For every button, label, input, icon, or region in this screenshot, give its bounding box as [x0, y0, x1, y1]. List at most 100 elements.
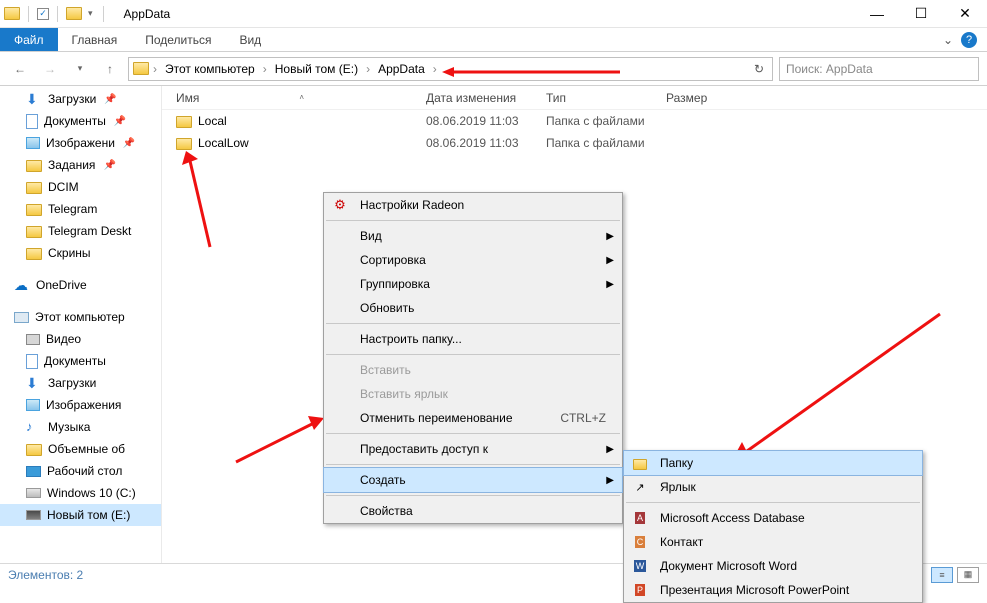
- menu-item[interactable]: Вид ▶: [324, 224, 622, 248]
- tree-label: Загрузки: [48, 376, 96, 390]
- menu-item-icon: [332, 386, 348, 402]
- context-menu[interactable]: ⚙ Настройки Radeon Вид ▶ Сортировка ▶ Гр…: [323, 192, 623, 524]
- breadcrumb-separator[interactable]: ›: [151, 62, 159, 76]
- tree-item-thispc[interactable]: Этот компьютер: [0, 306, 161, 328]
- menu-shortcut: CTRL+Z: [560, 411, 606, 425]
- tree-item[interactable]: Telegram Deskt: [0, 220, 161, 242]
- image-icon: [26, 399, 40, 411]
- breadcrumb-separator[interactable]: ›: [431, 62, 439, 76]
- back-button[interactable]: ←: [8, 57, 32, 81]
- sort-indicator-icon: ˄: [299, 93, 304, 102]
- tree-item[interactable]: Изображения: [0, 394, 161, 416]
- tree-item[interactable]: Документы: [0, 350, 161, 372]
- menu-item[interactable]: A Microsoft Access Database: [624, 506, 922, 530]
- menu-item[interactable]: Настроить папку...: [324, 327, 622, 351]
- menu-item: Вставить ярлык: [324, 382, 622, 406]
- col-size[interactable]: Размер: [666, 91, 746, 105]
- folder-icon: [66, 7, 82, 20]
- view-icons-button[interactable]: ▦: [957, 567, 979, 583]
- breadcrumb-item[interactable]: Новый том (E:): [271, 62, 362, 76]
- tab-share[interactable]: Поделиться: [131, 28, 225, 51]
- tree-item[interactable]: Видео: [0, 328, 161, 350]
- tree-item[interactable]: Новый том (E:): [0, 504, 161, 526]
- menu-item[interactable]: W Документ Microsoft Word: [624, 554, 922, 578]
- menu-item[interactable]: Предоставить доступ к ▶: [324, 437, 622, 461]
- menu-item[interactable]: Свойства: [324, 499, 622, 523]
- tree-item[interactable]: Windows 10 (C:): [0, 482, 161, 504]
- menu-item[interactable]: C Контакт: [624, 530, 922, 554]
- tree-item-onedrive[interactable]: ☁OneDrive: [0, 274, 161, 296]
- tree-item[interactable]: Telegram: [0, 198, 161, 220]
- col-type[interactable]: Тип: [546, 91, 666, 105]
- ribbon-collapse-icon[interactable]: ⌄: [943, 33, 953, 47]
- menu-item[interactable]: ⚙ Настройки Radeon: [324, 193, 622, 217]
- address-dropdown-icon[interactable]: ⌄: [441, 62, 463, 76]
- file-date: 08.06.2019 11:03: [426, 114, 546, 128]
- tree-label: Загрузки: [48, 92, 96, 106]
- menu-item-icon: [332, 276, 348, 292]
- drive-icon: [26, 488, 41, 498]
- onedrive-icon: ☁: [14, 277, 30, 293]
- col-date[interactable]: Дата изменения: [426, 91, 546, 105]
- menu-item[interactable]: P Презентация Microsoft PowerPoint: [624, 578, 922, 602]
- titlebar: ✓ ▾ AppData — ☐ ✕: [0, 0, 987, 28]
- tree-item[interactable]: Рабочий стол: [0, 460, 161, 482]
- file-name: Local: [198, 114, 227, 128]
- breadcrumb-separator[interactable]: ›: [261, 62, 269, 76]
- tab-file[interactable]: Файл: [0, 28, 58, 51]
- menu-separator: [326, 220, 620, 221]
- tree-item[interactable]: DCIM: [0, 176, 161, 198]
- menu-item[interactable]: Обновить: [324, 296, 622, 320]
- forward-button[interactable]: →: [38, 57, 62, 81]
- search-input[interactable]: Поиск: AppData: [779, 57, 979, 81]
- view-details-button[interactable]: ≡: [931, 567, 953, 583]
- breadcrumb-item[interactable]: AppData: [374, 62, 429, 76]
- up-button[interactable]: ↑: [98, 57, 122, 81]
- tree-label: Музыка: [48, 420, 90, 434]
- menu-item-icon: C: [632, 534, 648, 550]
- tree-item[interactable]: ⬇Загрузки📌: [0, 88, 161, 110]
- tree-label: Объемные об: [48, 442, 125, 456]
- menu-item[interactable]: Папку: [623, 450, 923, 476]
- tree-item[interactable]: Изображени📌: [0, 132, 161, 154]
- file-row[interactable]: LocalLow 08.06.2019 11:03 Папка с файлам…: [162, 132, 987, 154]
- tree-item[interactable]: Задания📌: [0, 154, 161, 176]
- menu-item[interactable]: ↗ Ярлык: [624, 475, 922, 499]
- menu-item-icon: P: [632, 582, 648, 598]
- close-button[interactable]: ✕: [943, 0, 987, 28]
- checkbox-icon[interactable]: ✓: [37, 8, 49, 20]
- menu-item[interactable]: Сортировка ▶: [324, 248, 622, 272]
- menu-item[interactable]: Создать ▶: [323, 467, 623, 493]
- breadcrumb-separator[interactable]: ›: [364, 62, 372, 76]
- tree-item[interactable]: ♪Музыка: [0, 416, 161, 438]
- folder-icon: [26, 182, 42, 194]
- tree-label: Скрины: [48, 246, 91, 260]
- menu-item[interactable]: Отменить переименование CTRL+Z: [324, 406, 622, 430]
- file-list[interactable]: Local 08.06.2019 11:03 Папка с файлами L…: [162, 110, 987, 154]
- nav-tree[interactable]: ⬇Загрузки📌Документы📌Изображени📌Задания📌D…: [0, 86, 162, 563]
- tab-view[interactable]: Вид: [225, 28, 275, 51]
- file-date: 08.06.2019 11:03: [426, 136, 546, 150]
- tree-label: Изображени: [46, 136, 115, 150]
- tree-item[interactable]: Скрины: [0, 242, 161, 264]
- col-name[interactable]: Имя: [176, 91, 199, 105]
- folder-icon: [4, 7, 20, 20]
- recent-dropdown[interactable]: ▾: [68, 57, 92, 81]
- submenu-create[interactable]: Папку ↗ Ярлык A Microsoft Access Databas…: [623, 450, 923, 603]
- menu-item[interactable]: Группировка ▶: [324, 272, 622, 296]
- refresh-icon[interactable]: ↻: [754, 62, 768, 76]
- menu-item-icon: [332, 228, 348, 244]
- qat-dropdown[interactable]: ▾: [86, 8, 95, 19]
- tree-item[interactable]: Документы📌: [0, 110, 161, 132]
- tree-label: Telegram: [48, 202, 97, 216]
- breadcrumb-item[interactable]: Этот компьютер: [161, 62, 259, 76]
- help-icon[interactable]: ?: [961, 32, 977, 48]
- minimize-button[interactable]: —: [855, 0, 899, 28]
- tab-home[interactable]: Главная: [58, 28, 132, 51]
- tree-item[interactable]: ⬇Загрузки: [0, 372, 161, 394]
- file-row[interactable]: Local 08.06.2019 11:03 Папка с файлами: [162, 110, 987, 132]
- address-bar[interactable]: › Этот компьютер › Новый том (E:) › AppD…: [128, 57, 773, 81]
- tree-item[interactable]: Объемные об: [0, 438, 161, 460]
- maximize-button[interactable]: ☐: [899, 0, 943, 28]
- column-headers[interactable]: Имя ˄ Дата изменения Тип Размер: [162, 86, 987, 110]
